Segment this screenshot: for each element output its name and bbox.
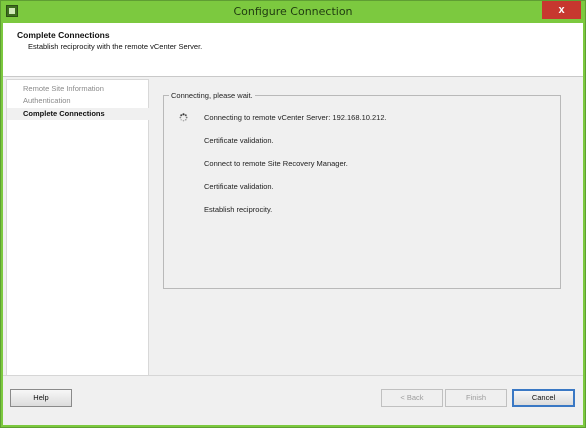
step-certificate-validation-1: Certificate validation. bbox=[204, 136, 274, 145]
sidebar-item-complete-connections[interactable]: Complete Connections bbox=[23, 109, 105, 118]
step-establish-reciprocity: Establish reciprocity. bbox=[204, 205, 273, 214]
back-button[interactable]: < Back bbox=[381, 389, 443, 407]
title-bar[interactable]: Configure Connection x bbox=[1, 1, 585, 23]
sidebar-item-remote-site-information[interactable]: Remote Site Information bbox=[23, 84, 104, 93]
window-title: Configure Connection bbox=[233, 5, 353, 18]
finish-button[interactable]: Finish bbox=[445, 389, 507, 407]
page-title: Complete Connections bbox=[17, 30, 110, 40]
group-label: Connecting, please wait. bbox=[169, 91, 255, 100]
cancel-button[interactable]: Cancel bbox=[512, 389, 575, 407]
step-connect-srm: Connect to remote Site Recovery Manager. bbox=[204, 159, 348, 168]
configure-connection-window: Configure Connection x Complete Connecti… bbox=[0, 0, 586, 428]
step-connect-vcenter: Connecting to remote vCenter Server: 192… bbox=[204, 113, 387, 122]
dialog-client-area: Complete Connections Establish reciproci… bbox=[3, 23, 583, 425]
progress-group: Connecting, please wait. Connecting to r… bbox=[163, 91, 561, 289]
wizard-steps-pane: Remote Site Information Authentication C… bbox=[6, 79, 149, 400]
step-certificate-validation-2: Certificate validation. bbox=[204, 182, 274, 191]
close-button[interactable]: x bbox=[542, 1, 581, 19]
sidebar-item-authentication[interactable]: Authentication bbox=[23, 96, 71, 105]
button-bar: Help < Back Finish Cancel bbox=[3, 375, 583, 425]
page-subtitle: Establish reciprocity with the remote vC… bbox=[28, 42, 203, 51]
loading-spinner-icon bbox=[179, 113, 188, 122]
wizard-header: Complete Connections Establish reciproci… bbox=[3, 23, 583, 77]
help-button[interactable]: Help bbox=[10, 389, 72, 407]
